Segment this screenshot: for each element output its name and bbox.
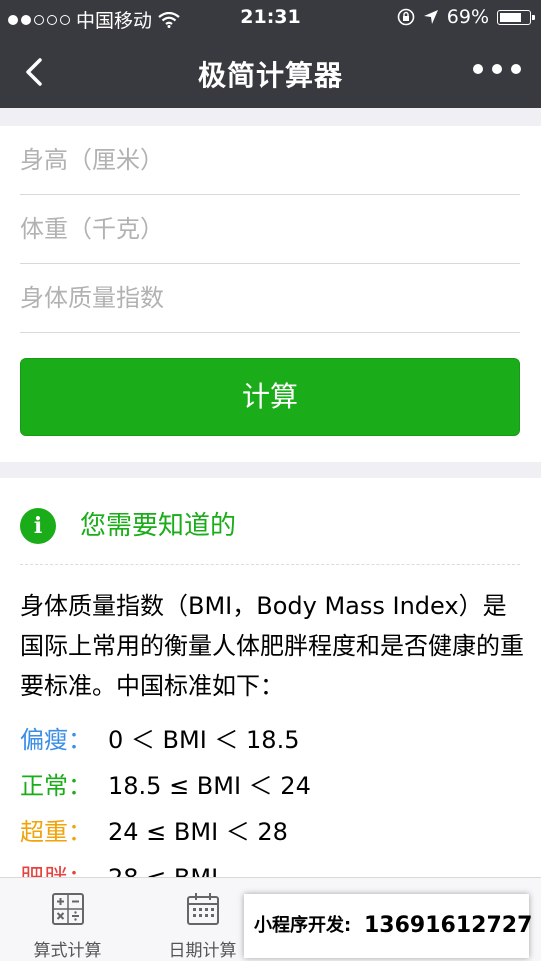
location-arrow-icon <box>423 10 438 24</box>
range-value: 24 ≤ BMI ＜ 28 <box>108 818 288 846</box>
calendar-icon <box>186 893 219 925</box>
bmi-form: 身高（厘米） 体重（千克） 身体质量指数 计算 <box>0 126 541 462</box>
info-icon: i <box>20 508 56 544</box>
promo-label: 小程序开发: <box>254 915 352 936</box>
calculate-button[interactable]: 计算 <box>20 358 520 436</box>
promo-phone: 13691612727 <box>364 913 533 938</box>
bmi-result-field[interactable]: 身体质量指数 <box>20 264 520 333</box>
calculator-icon <box>51 893 84 925</box>
range-label: 偏瘦： <box>20 726 92 754</box>
battery-icon <box>497 9 535 25</box>
rotation-lock-icon <box>397 8 415 26</box>
range-row-normal: 正常： 18.5 ≤ BMI ＜ 24 <box>20 766 311 806</box>
bmi-description: 身体质量指数（BMI，Body Mass Index）是国际上常用的衡量人体肥胖… <box>20 592 524 700</box>
tab-formula-calc[interactable]: 算式计算 <box>0 878 135 961</box>
tab-label: 算式计算 <box>33 941 102 961</box>
info-header: i 您需要知道的 <box>20 500 520 565</box>
more-options-icon[interactable] <box>473 64 521 74</box>
promo-banner: 小程序开发: 13691612727 <box>244 894 533 958</box>
page-title: 极简计算器 <box>197 59 343 92</box>
range-row-underweight: 偏瘦： 0 ＜ BMI ＜ 18.5 <box>20 720 299 760</box>
nav-bar: 极简计算器 <box>0 36 541 108</box>
height-input[interactable]: 身高（厘米） <box>20 126 520 195</box>
range-row-overweight: 超重： 24 ≤ BMI ＜ 28 <box>20 812 288 852</box>
range-value: 0 ＜ BMI ＜ 18.5 <box>108 726 300 754</box>
weight-input[interactable]: 体重（千克） <box>20 195 520 264</box>
section-divider <box>0 462 541 478</box>
range-value: 18.5 ≤ BMI ＜ 24 <box>108 772 311 800</box>
info-title: 您需要知道的 <box>80 511 237 541</box>
range-label: 超重： <box>20 818 92 846</box>
range-label: 正常： <box>20 772 92 800</box>
status-right: 69% <box>397 6 535 28</box>
status-bar: 中国移动 21:31 69% <box>0 0 541 36</box>
battery-percent: 69% <box>446 6 489 28</box>
section-divider <box>0 108 541 126</box>
